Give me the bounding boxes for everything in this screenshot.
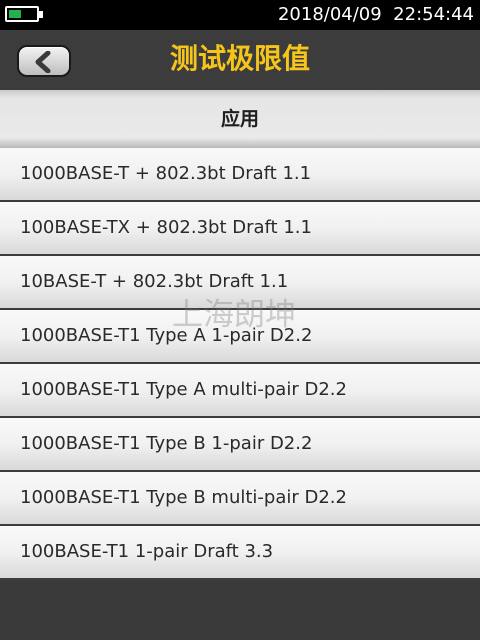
list-item[interactable]: 1000BASE-T + 802.3bt Draft 1.1 bbox=[0, 148, 480, 200]
list-item[interactable]: 1000BASE-T1 Type A 1-pair D2.2 bbox=[0, 310, 480, 362]
list-item-label: 1000BASE-T1 Type A 1-pair D2.2 bbox=[20, 325, 313, 346]
list-item-label: 1000BASE-T1 Type B 1-pair D2.2 bbox=[20, 433, 313, 454]
list-column-header: 应用 bbox=[0, 90, 480, 148]
battery-tip bbox=[39, 11, 43, 18]
title-bar: 测试极限值 bbox=[0, 30, 480, 90]
test-limit-list: 1000BASE-T + 802.3bt Draft 1.1 100BASE-T… bbox=[0, 148, 480, 580]
list-item[interactable]: 1000BASE-T1 Type B 1-pair D2.2 bbox=[0, 418, 480, 470]
battery-level bbox=[9, 10, 21, 18]
list-item-label: 1000BASE-T1 Type B multi-pair D2.2 bbox=[20, 487, 347, 508]
battery-icon bbox=[5, 6, 39, 22]
status-datetime: 2018/04/09 22:54:44 bbox=[277, 4, 474, 25]
bottom-area bbox=[0, 580, 480, 640]
list-item-label: 1000BASE-T + 802.3bt Draft 1.1 bbox=[20, 163, 312, 184]
list-item-label: 100BASE-T1 1-pair Draft 3.3 bbox=[20, 541, 274, 562]
list-item[interactable]: 10BASE-T + 802.3bt Draft 1.1 bbox=[0, 256, 480, 308]
list-item-label: 10BASE-T + 802.3bt Draft 1.1 bbox=[20, 271, 289, 292]
screen: 2018/04/09 22:54:44 测试极限值 应用 1000BASE-T … bbox=[0, 0, 480, 640]
list-item[interactable]: 100BASE-T1 1-pair Draft 3.3 bbox=[0, 526, 480, 578]
list-item-label: 100BASE-TX + 802.3bt Draft 1.1 bbox=[20, 217, 312, 238]
page-title: 测试极限值 bbox=[169, 42, 310, 75]
status-bar: 2018/04/09 22:54:44 bbox=[0, 0, 480, 30]
list-item-label: 1000BASE-T1 Type A multi-pair D2.2 bbox=[20, 379, 347, 400]
list-item[interactable]: 1000BASE-T1 Type B multi-pair D2.2 bbox=[0, 472, 480, 524]
list-item[interactable]: 1000BASE-T1 Type A multi-pair D2.2 bbox=[0, 364, 480, 416]
list-item[interactable]: 100BASE-TX + 802.3bt Draft 1.1 bbox=[0, 202, 480, 254]
